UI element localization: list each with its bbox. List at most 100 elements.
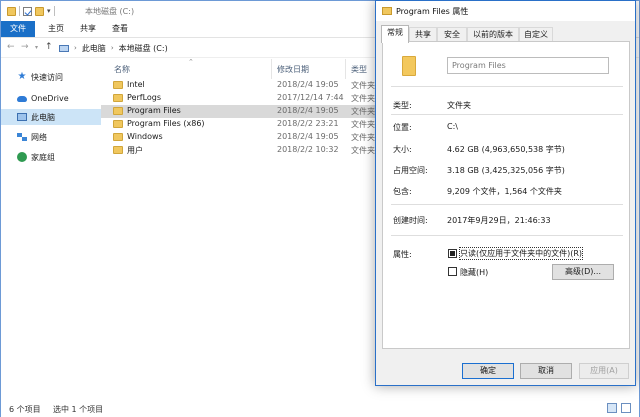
size-on-disk-value: 3.18 GB (3,425,325,056 字节) (447, 166, 565, 175)
file-type: 文件夹 (351, 120, 375, 129)
file-row-program-files-x86[interactable]: Program Files (x86) 2018/2/2 23:21 文件夹 (101, 118, 381, 131)
file-name: PerfLogs (127, 93, 162, 102)
divider (391, 86, 623, 87)
sidebar-item-label: 此电脑 (31, 112, 55, 122)
file-date: 2018/2/4 19:05 (277, 106, 339, 115)
breadcrumb[interactable]: › 此电脑 › 本地磁盘 (C:) (59, 41, 168, 55)
item-count: 6 个项目 (9, 405, 41, 414)
divider (391, 114, 623, 115)
large-icons-view-icon[interactable] (621, 403, 631, 413)
file-row-users[interactable]: 用户 2018/2/2 10:32 文件夹 (101, 144, 381, 157)
sidebar-item-label: 快速访问 (31, 72, 63, 82)
ok-button[interactable]: 确定 (462, 363, 514, 379)
breadcrumb-item-this-pc[interactable]: 此电脑 (82, 43, 106, 54)
up-arrow-icon[interactable]: ↑ (45, 42, 53, 52)
folder-icon (113, 146, 123, 154)
back-arrow-icon[interactable]: ← (7, 42, 15, 52)
tab-home[interactable]: 主页 (45, 21, 67, 37)
contains-label: 包含: (393, 187, 412, 196)
contains-value: 9,209 个文件，1,564 个文件夹 (447, 187, 562, 196)
attributes-label: 属性: (393, 250, 412, 259)
recent-locations-chevron-icon[interactable]: ▾ (35, 44, 38, 51)
cloud-icon (17, 96, 27, 102)
folder-icon (382, 7, 392, 15)
sidebar-item-label: 网络 (31, 132, 47, 142)
sidebar-item-network[interactable]: 网络 (1, 129, 101, 145)
quick-access-toolbar: ▾ (7, 6, 55, 16)
file-type: 文件夹 (351, 146, 375, 155)
dialog-titlebar[interactable]: Program Files 属性 (376, 1, 635, 21)
file-row-intel[interactable]: Intel 2018/2/4 19:05 文件夹 (101, 79, 381, 92)
general-tab-panel: 类型: 文件夹 位置: C:\ 大小: 4.62 GB (4,963,650,5… (382, 41, 630, 349)
file-type: 文件夹 (351, 107, 375, 116)
new-folder-icon[interactable] (35, 6, 44, 16)
file-row-program-files[interactable]: Program Files 2018/2/4 19:05 文件夹 (101, 105, 381, 118)
file-name: Program Files (127, 106, 181, 115)
column-header-type[interactable]: 类型 (351, 64, 367, 75)
divider (391, 204, 623, 205)
forward-arrow-icon[interactable]: → (21, 42, 29, 52)
tab-previous-versions[interactable]: 以前的版本 (467, 27, 519, 42)
tab-view[interactable]: 查看 (109, 21, 131, 37)
hidden-checkbox-label[interactable]: 隐藏(H) (460, 267, 488, 278)
cancel-button[interactable]: 取消 (520, 363, 572, 379)
column-divider[interactable] (345, 59, 346, 79)
sort-ascending-icon: ⌃ (188, 58, 194, 66)
tab-security[interactable]: 安全 (437, 27, 467, 42)
file-row-windows[interactable]: Windows 2018/2/4 19:05 文件夹 (101, 131, 381, 144)
column-headers: ⌃ 名称 修改日期 类型 (101, 58, 381, 79)
properties-check-icon[interactable] (23, 6, 32, 16)
folder-icon (7, 6, 16, 16)
file-type: 文件夹 (351, 81, 375, 90)
advanced-button[interactable]: 高级(D)... (552, 264, 614, 280)
column-header-name[interactable]: 名称 (114, 64, 130, 75)
tab-sharing[interactable]: 共享 (409, 27, 437, 42)
properties-dialog: Program Files 属性 常规 共享 安全 以前的版本 自定义 类型: … (375, 0, 636, 386)
folder-name-field[interactable] (447, 57, 609, 74)
sidebar-item-label: OneDrive (31, 93, 69, 103)
navigation-pane: ★ 快速访问 OneDrive 此电脑 网络 家庭组 (1, 59, 101, 397)
sidebar-item-label: 家庭组 (31, 152, 55, 162)
details-view-icon[interactable] (607, 403, 617, 413)
file-date: 2018/2/2 10:32 (277, 145, 339, 154)
tab-share[interactable]: 共享 (77, 21, 99, 37)
file-list: Intel 2018/2/4 19:05 文件夹 PerfLogs 2017/1… (101, 79, 381, 157)
created-value: 2017年9月29日，21:46:33 (447, 216, 551, 225)
readonly-checkbox[interactable] (448, 249, 457, 258)
file-name: 用户 (127, 146, 143, 155)
folder-icon (113, 81, 123, 89)
breadcrumb-item-c-drive[interactable]: 本地磁盘 (C:) (119, 43, 168, 54)
type-label: 类型: (393, 101, 412, 110)
dialog-tabs: 常规 共享 安全 以前的版本 自定义 (376, 24, 635, 43)
location-label: 位置: (393, 123, 412, 132)
toolbar-divider (19, 6, 20, 16)
folder-icon (113, 107, 123, 115)
file-date: 2018/2/4 19:05 (277, 80, 339, 89)
apply-button[interactable]: 应用(A) (579, 363, 629, 379)
tab-general[interactable]: 常规 (381, 25, 409, 43)
readonly-checkbox-label[interactable]: 只读(仅应用于文件夹中的文件)(R) (458, 247, 584, 260)
divider (391, 235, 623, 236)
hidden-checkbox[interactable] (448, 267, 457, 276)
chevron-down-icon[interactable]: ▾ (47, 7, 51, 15)
pc-icon (17, 113, 27, 121)
breadcrumb-chevron-icon: › (74, 44, 77, 52)
tab-customize[interactable]: 自定义 (519, 27, 553, 42)
file-name: Program Files (x86) (127, 119, 205, 128)
folder-icon (113, 120, 123, 128)
file-row-perflogs[interactable]: PerfLogs 2017/12/14 7:44 文件夹 (101, 92, 381, 105)
tab-file[interactable]: 文件 (1, 21, 35, 37)
file-name: Intel (127, 80, 145, 89)
column-header-date[interactable]: 修改日期 (277, 64, 309, 75)
sidebar-item-quick-access[interactable]: ★ 快速访问 (1, 69, 101, 85)
sidebar-item-this-pc[interactable]: 此电脑 (1, 109, 101, 125)
created-label: 创建时间: (393, 216, 428, 225)
folder-icon (402, 56, 416, 76)
toolbar-divider (53, 6, 55, 16)
sidebar-item-onedrive[interactable]: OneDrive (1, 90, 101, 106)
file-date: 2017/12/14 7:44 (277, 93, 344, 102)
size-label: 大小: (393, 145, 412, 154)
folder-icon (113, 133, 123, 141)
sidebar-item-homegroup[interactable]: 家庭组 (1, 149, 101, 165)
column-divider[interactable] (271, 59, 272, 79)
